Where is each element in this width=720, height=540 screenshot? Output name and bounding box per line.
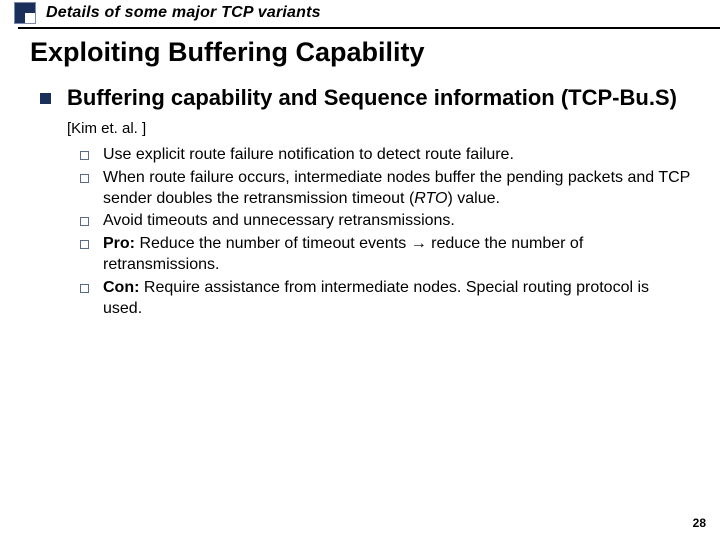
sub-list: Use explicit route failure notification … [80, 145, 692, 319]
item-text: Pro: Reduce the number of timeout events… [103, 234, 692, 276]
list-item: Con: Require assistance from intermediat… [80, 278, 692, 320]
main-bullet-text: Buffering capability and Sequence inform… [67, 84, 690, 139]
citation: [Kim et. al. ] [67, 120, 146, 137]
con-label: Con: [103, 279, 139, 296]
item-text: Avoid timeouts and unnecessary retransmi… [103, 211, 455, 232]
hollow-square-icon [80, 217, 89, 226]
list-item: When route failure occurs, intermediate … [80, 168, 692, 210]
list-item: Pro: Reduce the number of timeout events… [80, 234, 692, 276]
hollow-square-icon [80, 240, 89, 249]
page-title: Exploiting Buffering Capability [30, 37, 720, 68]
page-number: 28 [693, 516, 706, 530]
header-square-icon [14, 2, 36, 24]
arrow-icon: → [411, 235, 427, 252]
item-text: Con: Require assistance from intermediat… [103, 278, 692, 320]
section-header: Details of some major TCP variants [18, 0, 720, 29]
hollow-square-icon [80, 174, 89, 183]
pro-label: Pro: [103, 235, 135, 252]
section-label: Details of some major TCP variants [46, 4, 321, 22]
hollow-square-icon [80, 284, 89, 293]
main-heading: Buffering capability and Sequence inform… [67, 85, 677, 110]
main-bullet: Buffering capability and Sequence inform… [40, 84, 690, 139]
item-text: Use explicit route failure notification … [103, 145, 514, 166]
list-item: Use explicit route failure notification … [80, 145, 692, 166]
square-bullet-icon [40, 93, 51, 104]
hollow-square-icon [80, 151, 89, 160]
item-text: When route failure occurs, intermediate … [103, 168, 692, 210]
list-item: Avoid timeouts and unnecessary retransmi… [80, 211, 692, 232]
rto-term: RTO [414, 190, 447, 207]
